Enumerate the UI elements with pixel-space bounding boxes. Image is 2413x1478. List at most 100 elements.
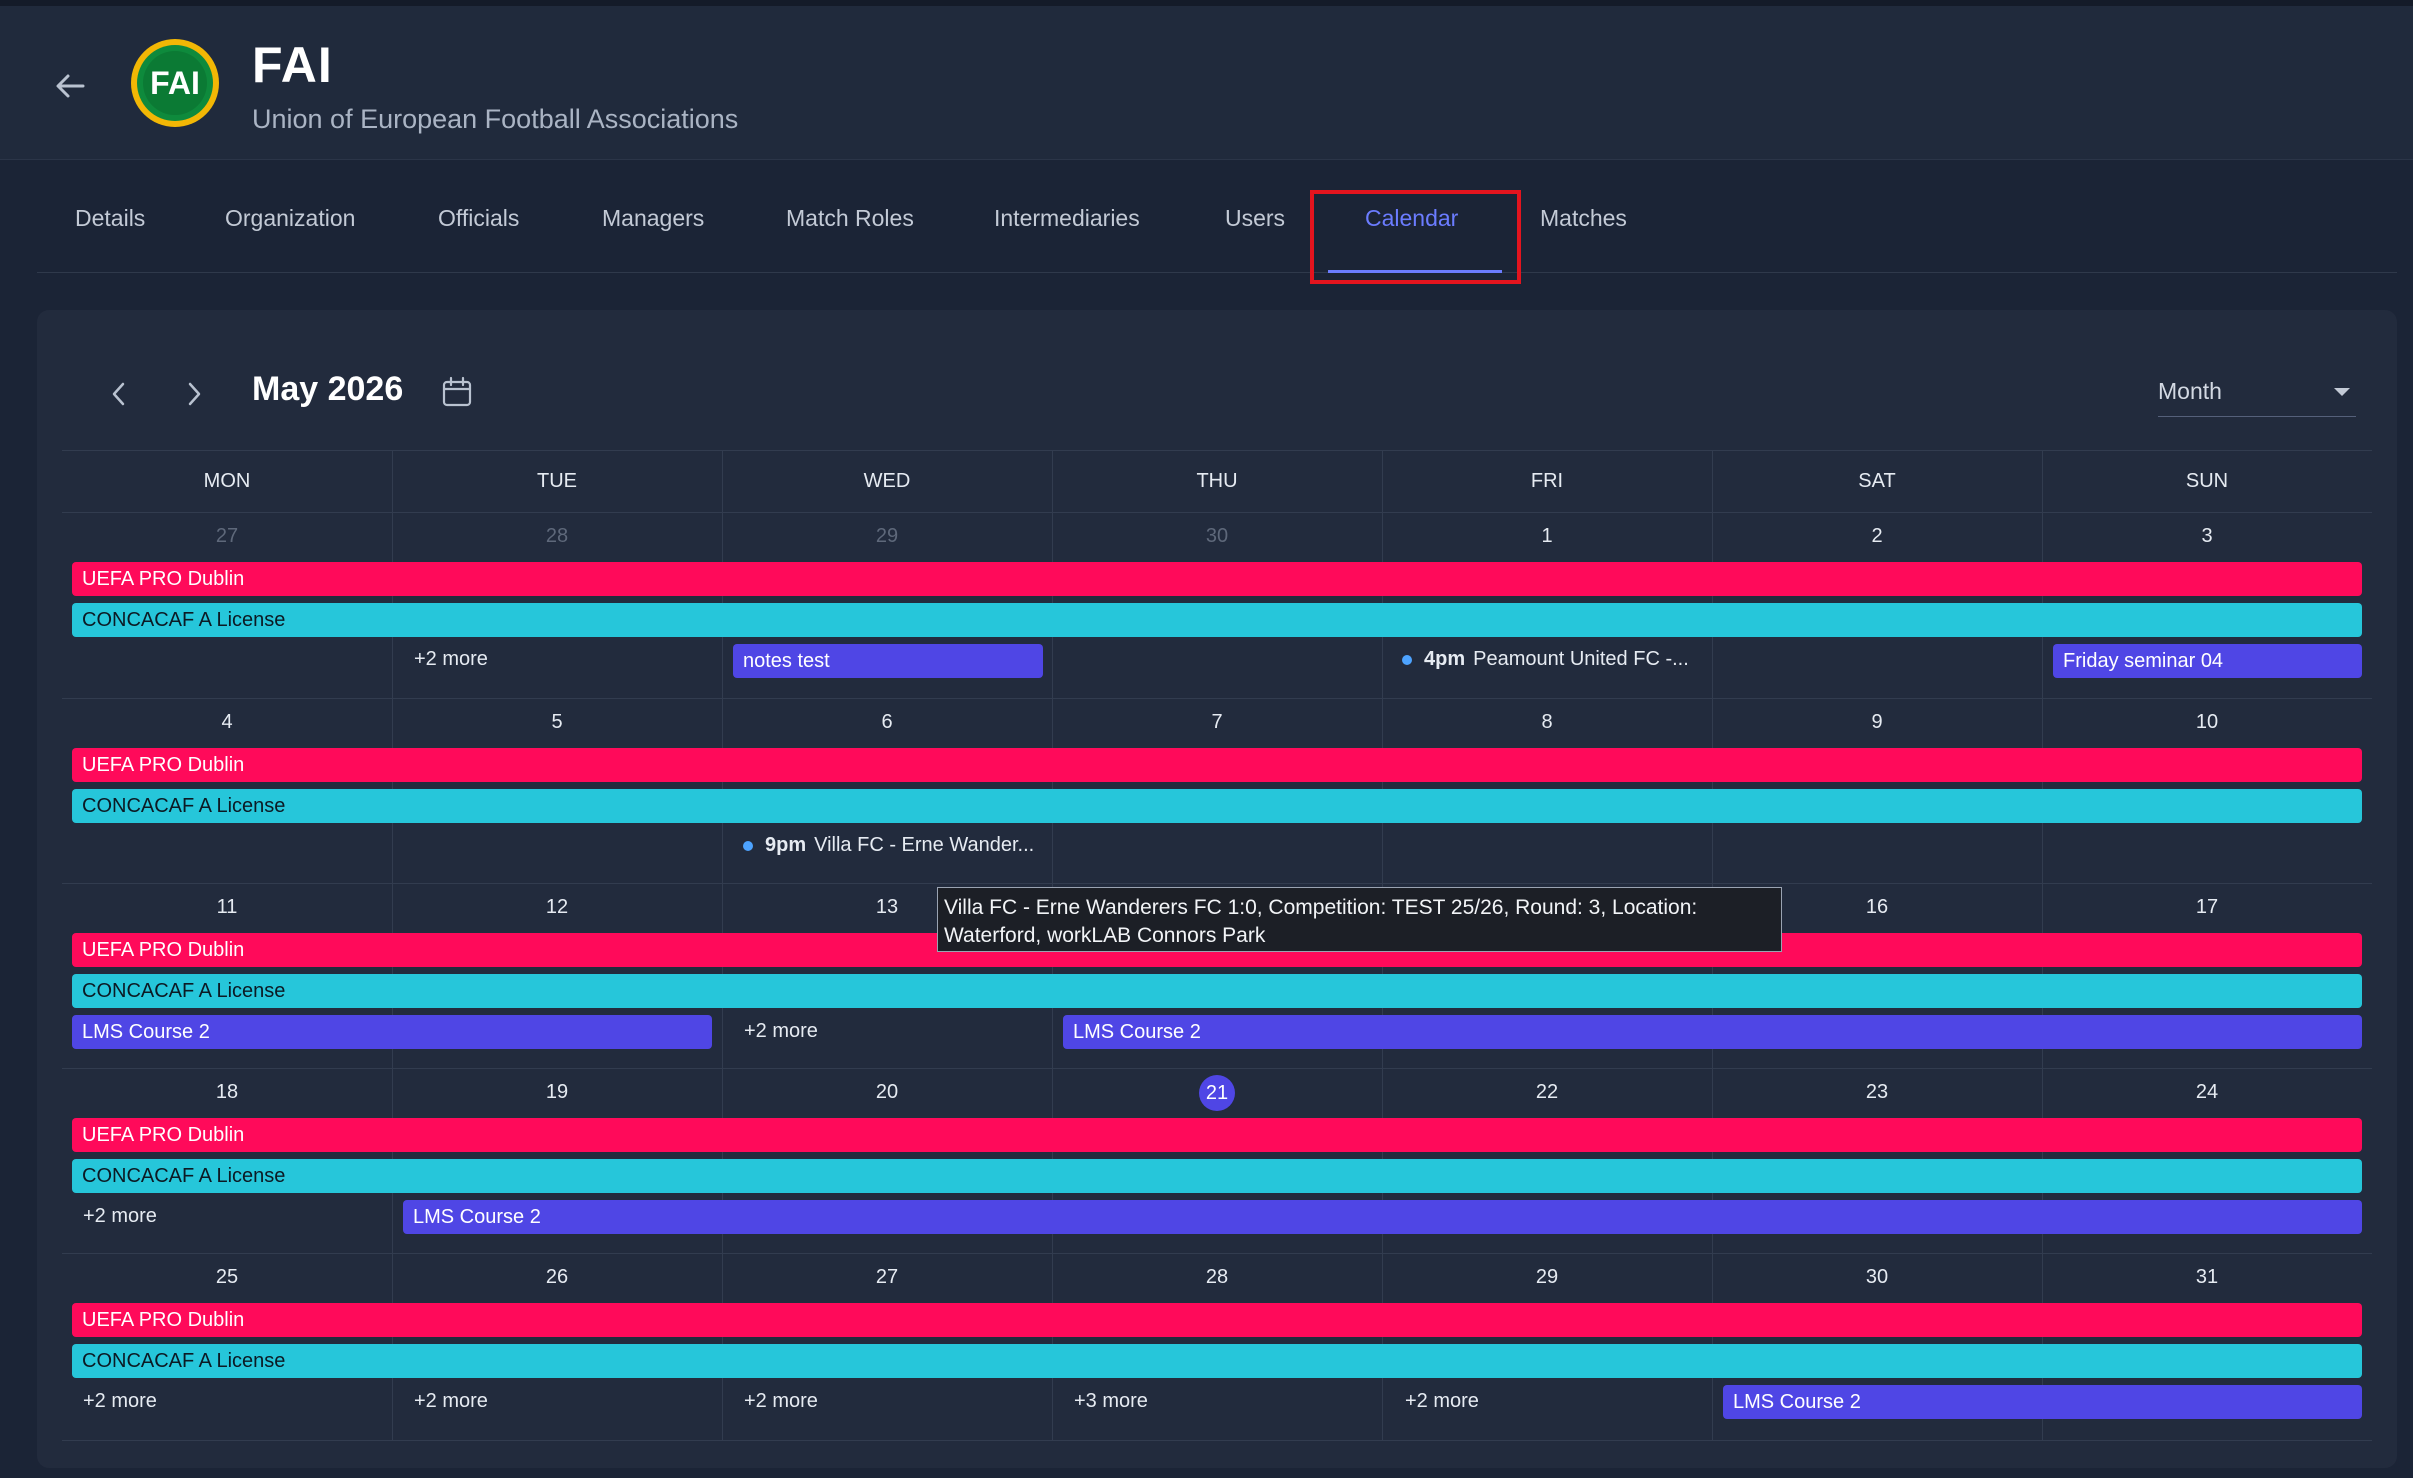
day-number[interactable]: 30: [1052, 525, 1382, 548]
event-time: 9pm: [765, 834, 807, 856]
event-concacaf-a-license[interactable]: CONCACAF A License: [72, 974, 2362, 1008]
day-number[interactable]: 7: [1052, 711, 1382, 734]
prev-month-chevron-icon[interactable]: [99, 374, 139, 414]
svg-text:FAI: FAI: [150, 65, 200, 101]
grid-line: [62, 450, 2372, 451]
event-lms-course[interactable]: LMS Course 2: [403, 1200, 2362, 1234]
day-number[interactable]: 26: [392, 1266, 722, 1289]
day-number[interactable]: 5: [392, 711, 722, 734]
tab-match-roles[interactable]: Match Roles: [786, 175, 914, 272]
more-events-link[interactable]: +2 more: [83, 1205, 157, 1228]
day-number[interactable]: 23: [1712, 1081, 2042, 1104]
event-tooltip: Villa FC - Erne Wanderers FC 1:0, Compet…: [937, 887, 1782, 952]
day-number[interactable]: 29: [722, 525, 1052, 548]
active-tab-indicator: [1328, 270, 1502, 273]
tab-intermediaries[interactable]: Intermediaries: [994, 175, 1140, 272]
event-match-peamount[interactable]: 4pm Peamount United FC -...: [1402, 648, 1689, 671]
event-lms-course[interactable]: LMS Course 2: [1723, 1385, 2362, 1419]
next-month-chevron-icon[interactable]: [174, 374, 214, 414]
event-uefa-pro-dublin[interactable]: UEFA PRO Dublin: [72, 1303, 2362, 1337]
event-dot-icon: [743, 840, 753, 851]
weekday-thu: THU: [1196, 470, 1238, 492]
event-friday-seminar[interactable]: Friday seminar 04: [2053, 644, 2362, 678]
weekday-wed: WED: [863, 470, 911, 492]
grid-line: [62, 698, 2372, 699]
weekday-fri: FRI: [1530, 470, 1564, 492]
tab-managers[interactable]: Managers: [602, 175, 704, 272]
view-selector[interactable]: Month: [2158, 370, 2356, 417]
org-name: FAI: [252, 37, 333, 93]
day-number[interactable]: 27: [62, 525, 392, 548]
day-number[interactable]: 10: [2042, 711, 2372, 734]
event-match-villa-fc[interactable]: 9pm Villa FC - Erne Wander...: [743, 834, 1034, 857]
weekday-sat: SAT: [1858, 470, 1896, 492]
day-number[interactable]: 20: [722, 1081, 1052, 1104]
event-concacaf-a-license[interactable]: CONCACAF A License: [72, 603, 2362, 637]
more-events-link[interactable]: +2 more: [414, 648, 488, 671]
more-events-link[interactable]: +2 more: [744, 1390, 818, 1413]
back-arrow-icon[interactable]: [50, 66, 90, 106]
grid-line: [62, 883, 2372, 884]
more-events-link[interactable]: +2 more: [744, 1020, 818, 1043]
event-title: Villa FC - Erne Wander...: [814, 834, 1035, 856]
day-number[interactable]: 17: [2042, 896, 2372, 919]
grid-line: [62, 1253, 2372, 1254]
event-concacaf-a-license[interactable]: CONCACAF A License: [72, 789, 2362, 823]
day-number[interactable]: 29: [1382, 1266, 1712, 1289]
day-number[interactable]: 2: [1712, 525, 2042, 548]
tab-details[interactable]: Details: [75, 175, 145, 272]
org-subtitle: Union of European Football Associations: [252, 104, 739, 134]
day-number[interactable]: 8: [1382, 711, 1712, 734]
caret-down-icon: [2334, 388, 2350, 396]
tab-matches[interactable]: Matches: [1540, 175, 1627, 272]
more-events-link[interactable]: +2 more: [83, 1390, 157, 1413]
more-events-link[interactable]: +3 more: [1074, 1390, 1148, 1413]
day-number[interactable]: 3: [2042, 525, 2372, 548]
today-day-number[interactable]: 21: [1199, 1075, 1235, 1111]
grid-line: [62, 512, 2372, 513]
event-concacaf-a-license[interactable]: CONCACAF A License: [72, 1344, 2362, 1378]
day-number[interactable]: 27: [722, 1266, 1052, 1289]
event-dot-icon: [1402, 654, 1412, 665]
day-number[interactable]: 25: [62, 1266, 392, 1289]
tab-organization[interactable]: Organization: [225, 175, 355, 272]
calendar-icon[interactable]: [437, 372, 477, 412]
event-lms-course[interactable]: LMS Course 2: [1063, 1015, 2362, 1049]
day-number[interactable]: 22: [1382, 1081, 1712, 1104]
tab-bar: Details Organization Officials Managers …: [37, 175, 2397, 273]
weekday-sun: SUN: [2185, 470, 2229, 492]
day-number[interactable]: 12: [392, 896, 722, 919]
weekday-mon: MON: [203, 470, 251, 492]
more-events-link[interactable]: +2 more: [1405, 1390, 1479, 1413]
event-uefa-pro-dublin[interactable]: UEFA PRO Dublin: [72, 748, 2362, 782]
event-title: Peamount United FC -...: [1473, 648, 1689, 670]
day-number[interactable]: 18: [62, 1081, 392, 1104]
month-title: May 2026: [252, 370, 404, 408]
day-number[interactable]: 28: [1052, 1266, 1382, 1289]
event-time: 4pm: [1424, 648, 1466, 670]
event-concacaf-a-license[interactable]: CONCACAF A License: [72, 1159, 2362, 1193]
tab-calendar[interactable]: Calendar: [1365, 175, 1458, 272]
org-header: FAI FAI Union of European Football Assoc…: [0, 6, 2413, 160]
event-uefa-pro-dublin[interactable]: UEFA PRO Dublin: [72, 562, 2362, 596]
tab-officials[interactable]: Officials: [438, 175, 519, 272]
more-events-link[interactable]: +2 more: [414, 1390, 488, 1413]
day-number[interactable]: 24: [2042, 1081, 2372, 1104]
day-number[interactable]: 4: [62, 711, 392, 734]
event-uefa-pro-dublin[interactable]: UEFA PRO Dublin: [72, 1118, 2362, 1152]
event-notes-test[interactable]: notes test: [733, 644, 1043, 678]
day-number[interactable]: 19: [392, 1081, 722, 1104]
day-number[interactable]: 1: [1382, 525, 1712, 548]
weekday-tue: TUE: [537, 470, 577, 492]
tab-users[interactable]: Users: [1225, 175, 1285, 272]
day-number[interactable]: 6: [722, 711, 1052, 734]
day-number[interactable]: 9: [1712, 711, 2042, 734]
day-number[interactable]: 11: [62, 896, 392, 919]
event-lms-course[interactable]: LMS Course 2: [72, 1015, 712, 1049]
fai-logo: FAI: [130, 38, 220, 128]
grid-line: [62, 1440, 2372, 1441]
day-number[interactable]: 28: [392, 525, 722, 548]
day-number[interactable]: 30: [1712, 1266, 2042, 1289]
day-number[interactable]: 31: [2042, 1266, 2372, 1289]
grid-line: [62, 1068, 2372, 1069]
